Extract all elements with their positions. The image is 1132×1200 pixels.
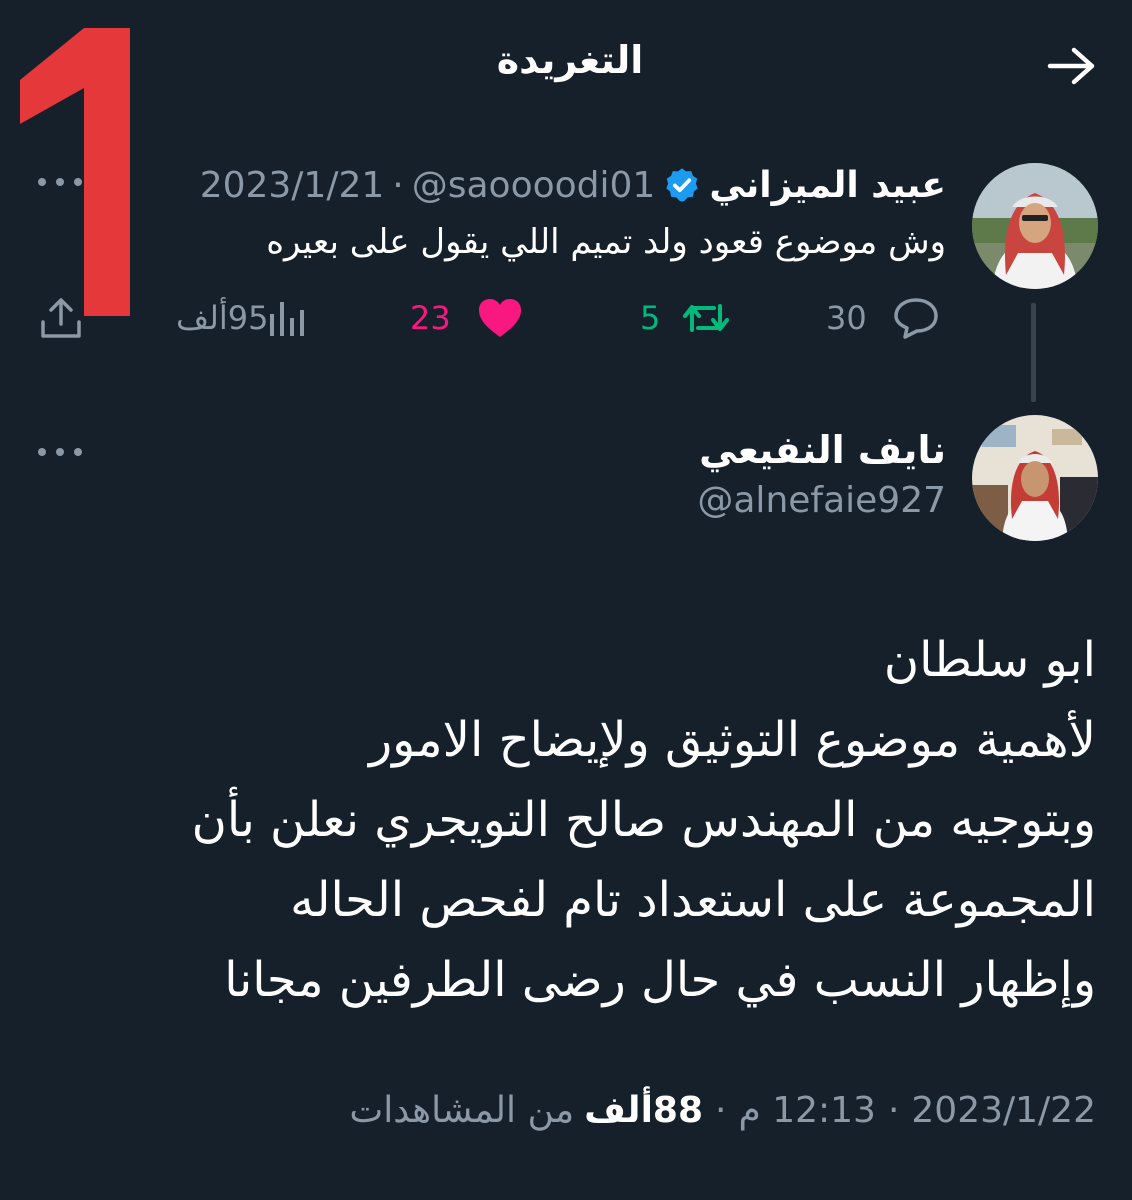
reply-date[interactable]: 2023/1/21	[200, 165, 385, 206]
page-title: التغريدة	[496, 38, 644, 82]
tweet-meta: 2023/1/22 · 12:13 م · 88ألف من المشاهدات	[349, 1082, 1096, 1138]
tweet-views-count[interactable]: 88ألف	[584, 1090, 703, 1131]
comment-icon	[893, 298, 938, 339]
more-dot-icon	[74, 448, 82, 456]
tweet-views-label: من المشاهدات	[349, 1089, 575, 1131]
more-dot-icon	[56, 178, 64, 186]
verified-badge-icon	[666, 168, 699, 202]
reply-author-name[interactable]: عبيد الميزاني	[709, 165, 946, 206]
thread-line	[1031, 303, 1036, 402]
tweet-time[interactable]: 12:13 م	[738, 1090, 875, 1131]
reply-author-handle[interactable]: @saoooodi01	[412, 165, 656, 206]
more-dot-icon	[38, 178, 46, 186]
separator-dot: ·	[715, 1089, 727, 1131]
tweet-body-line: وإظهار النسب في حال رضى الطرفين مجانا	[224, 952, 1096, 1008]
reply-author-header: عبيد الميزاني @saoooodi01 · 2023/1/21	[200, 160, 946, 210]
more-dot-icon	[74, 178, 82, 186]
heart-icon	[478, 299, 521, 337]
tweet-body-line: ابو سلطان	[883, 632, 1096, 688]
reply-action-button[interactable]: 30	[826, 290, 939, 346]
views-count: 95ألف	[176, 299, 269, 337]
reply-more-button[interactable]	[38, 172, 82, 192]
like-action-button[interactable]: 23	[410, 290, 523, 346]
share-button[interactable]	[38, 290, 84, 346]
header: التغريدة	[0, 0, 1132, 130]
tweet-detail-screen: التغريدة عبيد الميزاني @saoooodi01 · 202…	[0, 0, 1132, 1200]
views-action-button[interactable]: 95ألف	[150, 290, 310, 346]
views-chart-icon	[270, 302, 305, 336]
avatar-tweet-author[interactable]	[972, 415, 1098, 541]
share-icon	[41, 298, 81, 338]
tweet-author-name[interactable]: نايف النفيعي	[699, 428, 946, 472]
tweet-body-line: وبتوجيه من المهندس صالح التويجري نعلن بأ…	[191, 792, 1096, 848]
reply-text: وش موضوع قعود ولد تميم اللي يقول على بعي…	[266, 222, 946, 262]
reply-count: 30	[826, 299, 867, 337]
tweet-body-line: لأهمية موضوع التوثيق ولإيضاح الامور	[368, 712, 1096, 768]
tweet-author-handle[interactable]: @alnefaie927	[697, 480, 946, 521]
separator-dot: ·	[887, 1089, 900, 1131]
avatar-reply-author[interactable]	[972, 163, 1098, 289]
tweet-body-line: المجموعة على استعداد تام لفحص الحاله	[290, 872, 1096, 928]
arrow-right-icon	[1047, 47, 1095, 85]
tweet-more-button[interactable]	[38, 442, 82, 462]
retweet-action-button[interactable]: 5	[640, 290, 732, 346]
separator-dot: ·	[392, 164, 404, 206]
back-button[interactable]	[1040, 40, 1104, 92]
like-count: 23	[410, 299, 451, 337]
more-dot-icon	[38, 448, 46, 456]
retweet-count: 5	[640, 299, 661, 337]
tweet-date[interactable]: 2023/1/22	[911, 1090, 1096, 1131]
retweet-icon	[683, 304, 730, 332]
tweet-body: ابو سلطان لأهمية موضوع التوثيق ولإيضاح ا…	[36, 620, 1096, 1020]
more-dot-icon	[56, 448, 64, 456]
